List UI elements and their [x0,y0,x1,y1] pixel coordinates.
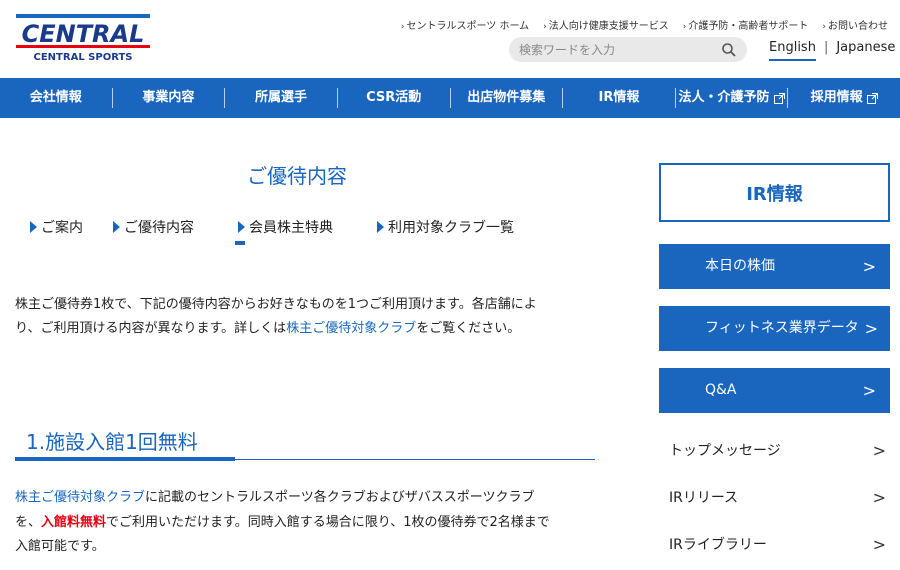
nav-item-recruit[interactable]: 採用情報 [787,88,900,108]
triangle-right-icon [113,221,120,233]
button-label: フィットネス業界データ [705,320,859,336]
intro-paragraph: 株主ご優待券1枚で、下記の優待内容からお好きなものを1つご利用頂けます。各店舗に… [15,293,600,341]
section-heading: 1.施設入館1回無料 [15,420,595,461]
triangle-right-icon [377,221,384,233]
subnav-item-label: 利用対象クラブ一覧 [388,220,514,236]
central-sports-logo[interactable]: CENTRAL CENTRAL SPORTS [16,12,150,62]
global-nav: 会社情報 事業内容 所属選手 CSR活動 出店物件募集 IR情報 法人・介護予防… [0,78,900,118]
lang-english[interactable]: English [769,40,816,61]
nav-item-label: 法人・介護予防 [678,90,770,105]
subnav-item-label: 会員株主特典 [249,220,333,236]
caret-right-icon: › [543,22,547,32]
chevron-right-icon: > [864,319,878,338]
utility-link-contact[interactable]: › お問い合わせ [822,17,888,32]
intro-text: をご覧ください。 [416,321,521,337]
nav-item-label: 事業内容 [142,90,195,105]
svg-text:CENTRAL: CENTRAL [22,20,145,48]
lang-japanese[interactable]: Japanese [836,40,895,61]
triangle-right-icon [238,221,245,233]
external-link-icon [773,92,785,104]
nav-item-label: 会社情報 [29,90,82,105]
subnav-item-member-benefits[interactable]: 会員株主特典 [235,217,333,245]
ir-library-link[interactable]: IRライブラリー > [659,525,890,565]
caret-right-icon: › [682,22,687,32]
link-label: トップメッセージ [669,443,781,459]
chevron-right-icon: > [872,535,886,554]
search-icon[interactable] [721,42,737,58]
subnav-item-label: ご優待内容 [124,220,194,236]
nav-item-label: IR情報 [598,90,640,105]
chevron-right-icon: > [872,441,886,460]
caret-right-icon: › [400,22,405,32]
active-indicator [235,241,245,245]
utility-link-label: 介護予防・高齢者サポート [688,21,809,32]
body-text: 入館可能です。 [15,539,105,555]
subnav-item-guide[interactable]: ご案内 [30,217,83,237]
page-title: ご優待内容 [247,164,347,188]
link-label: IRリリース [669,490,739,506]
chevron-right-icon: > [872,488,886,507]
utility-link-label: お問い合わせ [828,21,888,32]
section-title: 1.施設入館1回無料 [26,430,198,454]
stock-price-button[interactable]: 本日の株価 > [659,244,890,289]
section-underline [15,457,235,461]
language-switch: English | Japanese [769,40,895,61]
chevron-right-icon: > [862,381,876,400]
body-text: を、 [15,514,42,530]
external-link-icon [866,92,878,104]
subnav-item-club-list[interactable]: 利用対象クラブ一覧 [377,217,514,237]
subnav-item-benefits[interactable]: ご優待内容 [113,217,194,237]
utility-link-corporate-health[interactable]: › 法人向け健康支援サービス [543,17,669,32]
eligible-clubs-link[interactable]: 株主ご優待対象クラブ [286,321,416,336]
section-body: 株主ご優待対象クラブに記載のセントラルスポーツ各クラブおよびザバススポーツクラブ… [15,486,600,560]
qa-button[interactable]: Q&A > [659,368,890,413]
utility-link-care[interactable]: › 介護予防・高齢者サポート [683,17,809,32]
ir-release-link[interactable]: IRリリース > [659,478,890,518]
subnav-item-label: ご案内 [41,220,83,236]
nav-item-corporate-care[interactable]: 法人・介護予防 [674,88,788,108]
search-box [509,37,747,62]
intro-text: 株主ご優待券1枚で、下記の優待内容からお好きなものを1つご利用頂けます。各店舗に… [15,297,537,312]
nav-item-athletes[interactable]: 所属選手 [224,88,337,108]
top-message-link[interactable]: トップメッセージ > [659,431,890,471]
button-label: 本日の株価 [705,258,775,274]
nav-item-ir[interactable]: IR情報 [562,88,675,108]
body-text: でご利用いただけます。同時入館する場合に限り、1枚の優待券で2名様まで [106,514,550,530]
chevron-right-icon: > [862,257,876,276]
nav-item-label: 所属選手 [255,90,308,105]
nav-item-store-property[interactable]: 出店物件募集 [449,88,563,108]
sub-navigation: ご案内 ご優待内容 会員株主特典 利用対象クラブ一覧 [30,217,514,245]
nav-item-label: CSR活動 [366,90,422,105]
utility-link-home[interactable]: › セントラルスポーツ ホーム [401,17,529,32]
body-text: に記載のセントラルスポーツ各クラブおよびザバススポーツクラブ [145,490,535,505]
fitness-industry-data-button[interactable]: フィットネス業界データ > [659,306,890,351]
link-label: IRライブラリー [669,537,767,553]
free-admission-highlight: 入館料無料 [41,514,107,530]
site-header: CENTRAL CENTRAL SPORTS › セントラルスポーツ ホーム › 法… [0,0,900,78]
ir-sidebar-title[interactable]: IR情報 [659,163,890,222]
triangle-right-icon [30,221,37,233]
logo-text: CENTRAL SPORTS [34,52,133,62]
nav-item-business[interactable]: 事業内容 [111,88,225,108]
utility-link-label: 法人向け健康支援サービス [548,21,669,32]
nav-item-label: 出店物件募集 [467,90,546,105]
utility-links: › セントラルスポーツ ホーム › 法人向け健康支援サービス › 介護予防・高齢者サポ… [401,17,888,32]
intro-text: り、ご利用頂ける内容が異なります。詳しくは [15,321,287,337]
nav-item-label: 採用情報 [810,90,863,105]
nav-item-company[interactable]: 会社情報 [0,88,112,108]
search-input[interactable] [519,42,721,57]
utility-link-label: セントラルスポーツ ホーム [406,21,530,32]
lang-separator: | [823,40,829,55]
button-label: Q&A [705,382,737,398]
nav-item-csr[interactable]: CSR活動 [336,88,450,108]
eligible-clubs-link[interactable]: 株主ご優待対象クラブ [15,490,145,505]
caret-right-icon: › [822,22,826,32]
